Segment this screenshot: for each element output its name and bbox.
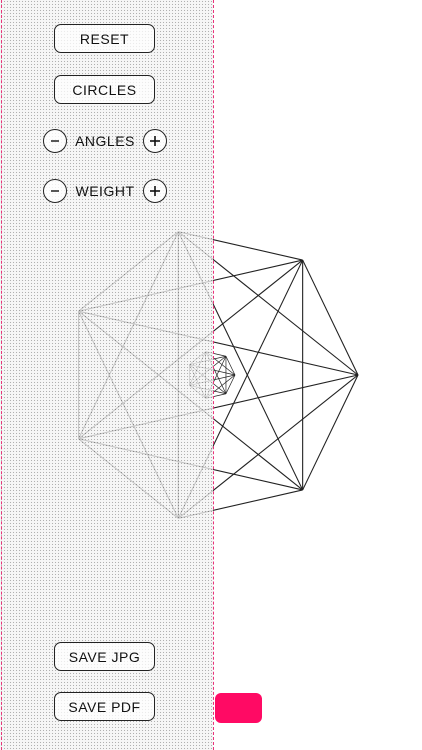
plus-icon — [150, 136, 160, 146]
heptagram-line — [302, 374, 359, 491]
angles-decrease-button[interactable] — [43, 129, 67, 153]
weight-label: WEIGHT — [75, 183, 135, 199]
angles-stepper: ANGLES — [43, 128, 167, 154]
weight-increase-button[interactable] — [143, 179, 167, 203]
reset-button[interactable]: RESET — [54, 24, 155, 53]
weight-stepper: WEIGHT — [43, 178, 167, 204]
plus-icon — [150, 186, 160, 196]
control-panel — [0, 0, 213, 750]
weight-decrease-button[interactable] — [43, 179, 67, 203]
angles-increase-button[interactable] — [143, 129, 167, 153]
minus-icon — [51, 190, 59, 192]
angles-label: ANGLES — [75, 133, 135, 149]
minus-icon — [51, 140, 59, 142]
panel-guide-right — [213, 0, 214, 750]
heptagram-line — [225, 374, 236, 394]
panel-guide-left — [1, 0, 2, 750]
circles-button[interactable]: CIRCLES — [54, 75, 155, 104]
color-swatch-button[interactable] — [215, 693, 262, 723]
heptagram-line — [225, 356, 236, 376]
save-jpg-button[interactable]: SAVE JPG — [54, 642, 155, 671]
save-pdf-button[interactable]: SAVE PDF — [54, 692, 155, 721]
heptagram-line — [302, 259, 359, 376]
